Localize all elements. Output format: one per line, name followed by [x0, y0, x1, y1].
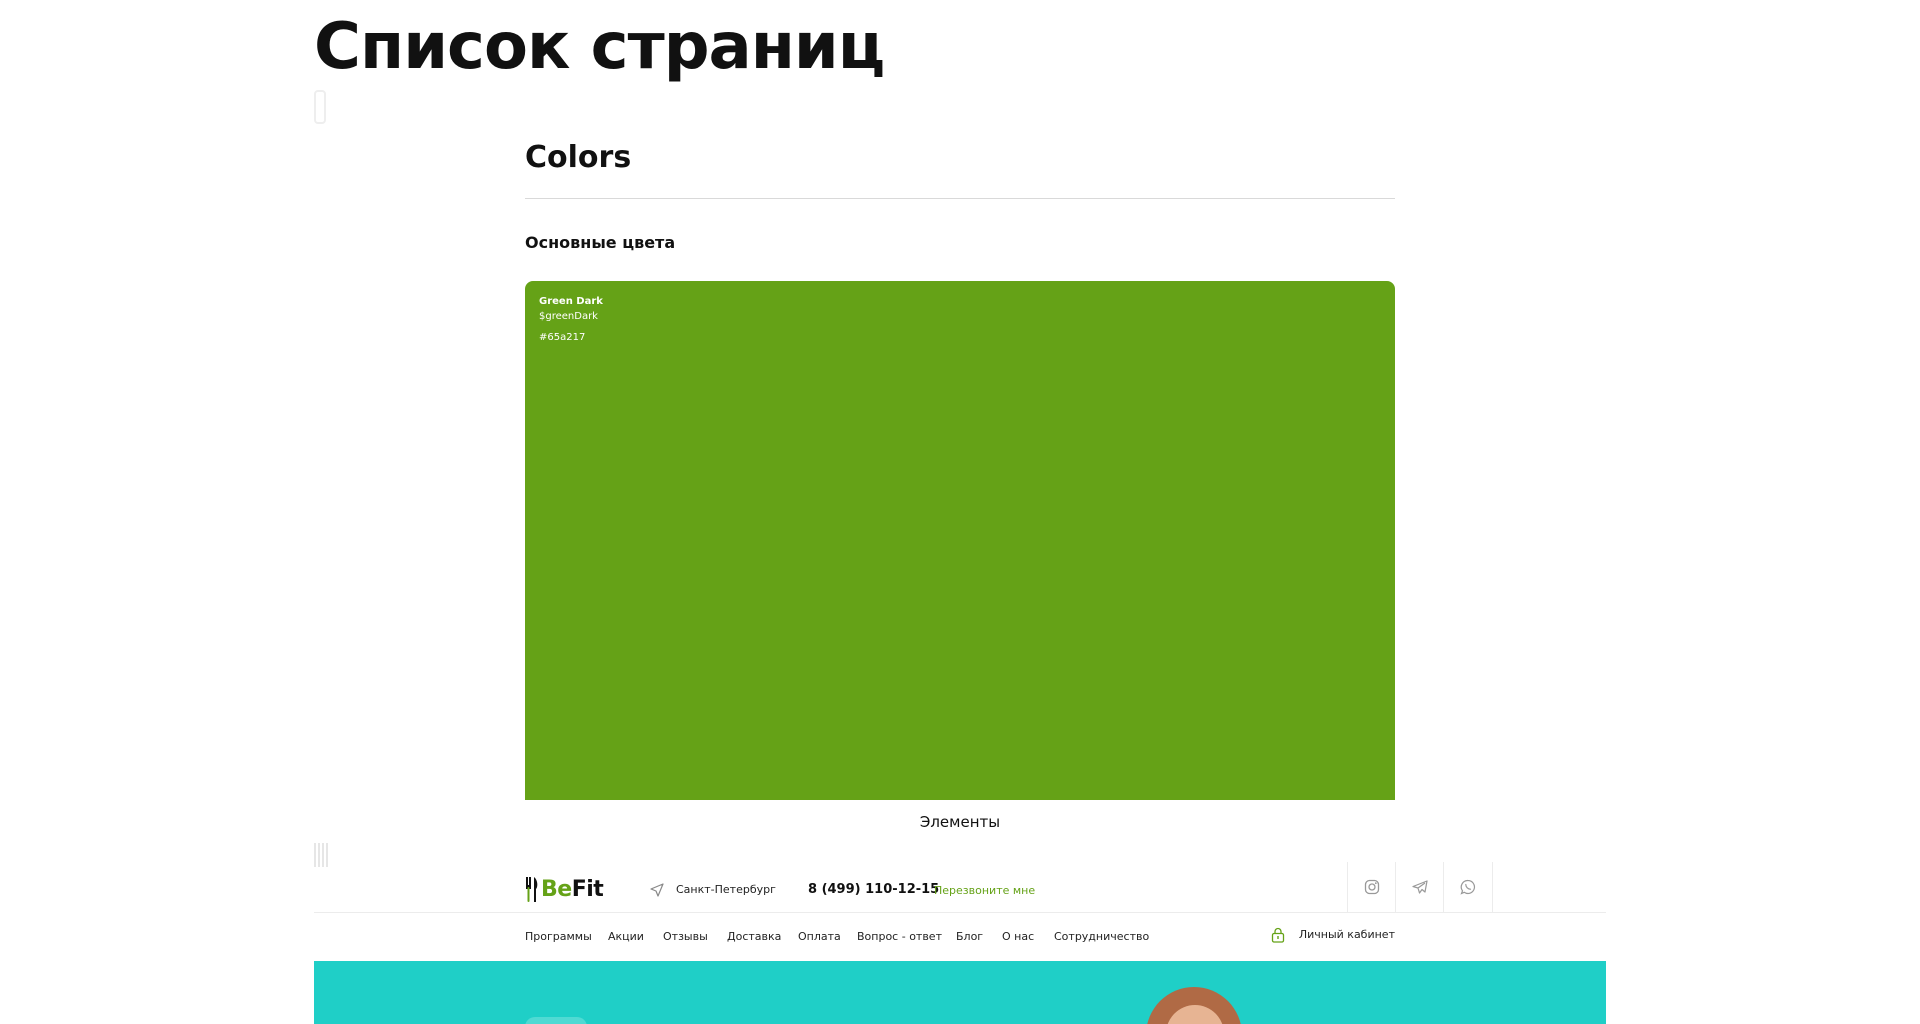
instagram-button[interactable] [1347, 862, 1396, 912]
swatch-variable: $greenDark [539, 311, 598, 322]
personal-cabinet-label: Личный кабинет [1298, 928, 1395, 941]
personal-cabinet-link[interactable]: Личный кабинет [1271, 927, 1395, 943]
nav-item-blog[interactable]: Блог [956, 929, 983, 945]
telegram-button[interactable] [1395, 862, 1444, 912]
instagram-icon [1364, 879, 1380, 895]
swatch-hex: #65a217 [539, 332, 586, 343]
main-colors-subtitle: Основные цвета [525, 233, 676, 252]
nav-item-faq[interactable]: Вопрос - ответ [857, 929, 942, 945]
city-label: Санкт-Петербург [676, 883, 776, 896]
nav-item-reviews[interactable]: Отзывы [663, 929, 708, 945]
city-selector[interactable]: Санкт-Петербург [650, 882, 776, 898]
nav-item-promotions[interactable]: Акции [608, 929, 644, 945]
lock-icon [1271, 927, 1285, 943]
nav-item-programs[interactable]: Программы [525, 929, 592, 945]
hero-badge [525, 1017, 587, 1024]
site-logo[interactable]: BeFit [525, 876, 604, 904]
whatsapp-button[interactable] [1443, 862, 1493, 912]
colors-section-title: Colors [525, 140, 632, 175]
phone-link[interactable]: 8 (499) 110-12-15 [808, 881, 939, 899]
hero-banner [314, 961, 1606, 1024]
page-title: Список страниц [314, 10, 885, 84]
nav-item-cooperation[interactable]: Сотрудничество [1054, 929, 1149, 945]
whatsapp-icon [1460, 879, 1476, 895]
telegram-icon [1412, 880, 1428, 894]
nav-item-about[interactable]: О нас [1002, 929, 1034, 945]
site-header-preview: BeFit Санкт-Петербург 8 (499) 110-12-15 … [314, 862, 1606, 1024]
logo-text-fit: Fit [571, 877, 604, 902]
color-swatch-green-dark: Green Dark $greenDark #65a217 [525, 281, 1395, 800]
logo-text: BeFit [541, 877, 604, 903]
main-nav: Программы Акции Отзывы Доставка Оплата В… [525, 912, 1395, 961]
nav-item-payment[interactable]: Оплата [798, 929, 841, 945]
section-divider [525, 198, 1395, 199]
decorative-mark [314, 90, 326, 124]
header-top-bar: BeFit Санкт-Петербург 8 (499) 110-12-15 … [314, 862, 1606, 913]
swatch-name: Green Dark [539, 296, 603, 307]
fork-knife-logo-icon [526, 877, 538, 902]
callback-link[interactable]: Перезвоните мне [934, 883, 1035, 899]
logo-text-be: Be [541, 877, 572, 902]
nav-item-delivery[interactable]: Доставка [727, 929, 781, 945]
location-arrow-icon [650, 883, 664, 897]
elements-section-label: Элементы [919, 813, 1001, 831]
